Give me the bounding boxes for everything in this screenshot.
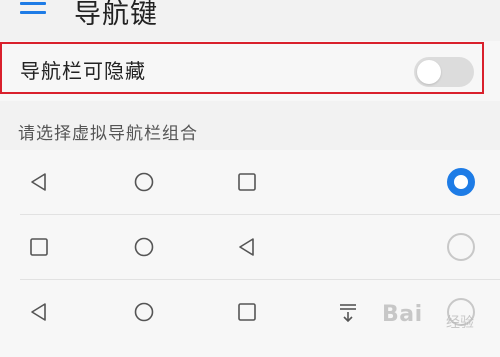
navbar-option-1[interactable] bbox=[0, 150, 500, 214]
recent-square-icon bbox=[238, 173, 256, 191]
back-triangle-icon bbox=[31, 173, 46, 191]
navbar-option-3[interactable] bbox=[0, 280, 500, 344]
recent-square-icon bbox=[30, 238, 48, 256]
home-circle-icon bbox=[134, 302, 154, 322]
back-triangle-icon bbox=[31, 303, 46, 321]
navbar-combination-list bbox=[0, 150, 500, 357]
recent-square-icon bbox=[238, 303, 256, 321]
home-circle-icon bbox=[134, 237, 154, 257]
watermark-suffix: 经验 bbox=[446, 315, 474, 331]
baidu-watermark-logo: Bai bbox=[382, 302, 423, 327]
hamburger-menu-icon[interactable] bbox=[20, 0, 48, 16]
red-highlight-frame bbox=[0, 42, 484, 94]
notification-pull-down-icon bbox=[340, 304, 356, 323]
radio-unselected[interactable] bbox=[447, 233, 475, 261]
back-triangle-icon bbox=[239, 238, 254, 256]
page-title: 导航键 bbox=[74, 0, 158, 30]
section-header: 请选择虚拟导航栏组合 bbox=[18, 124, 198, 144]
watermark-brand: Bai bbox=[382, 302, 423, 327]
home-circle-icon bbox=[134, 172, 154, 192]
top-bar: 导航键 bbox=[0, 0, 500, 34]
radio-selected[interactable] bbox=[447, 168, 475, 196]
navbar-option-2[interactable] bbox=[0, 215, 500, 279]
